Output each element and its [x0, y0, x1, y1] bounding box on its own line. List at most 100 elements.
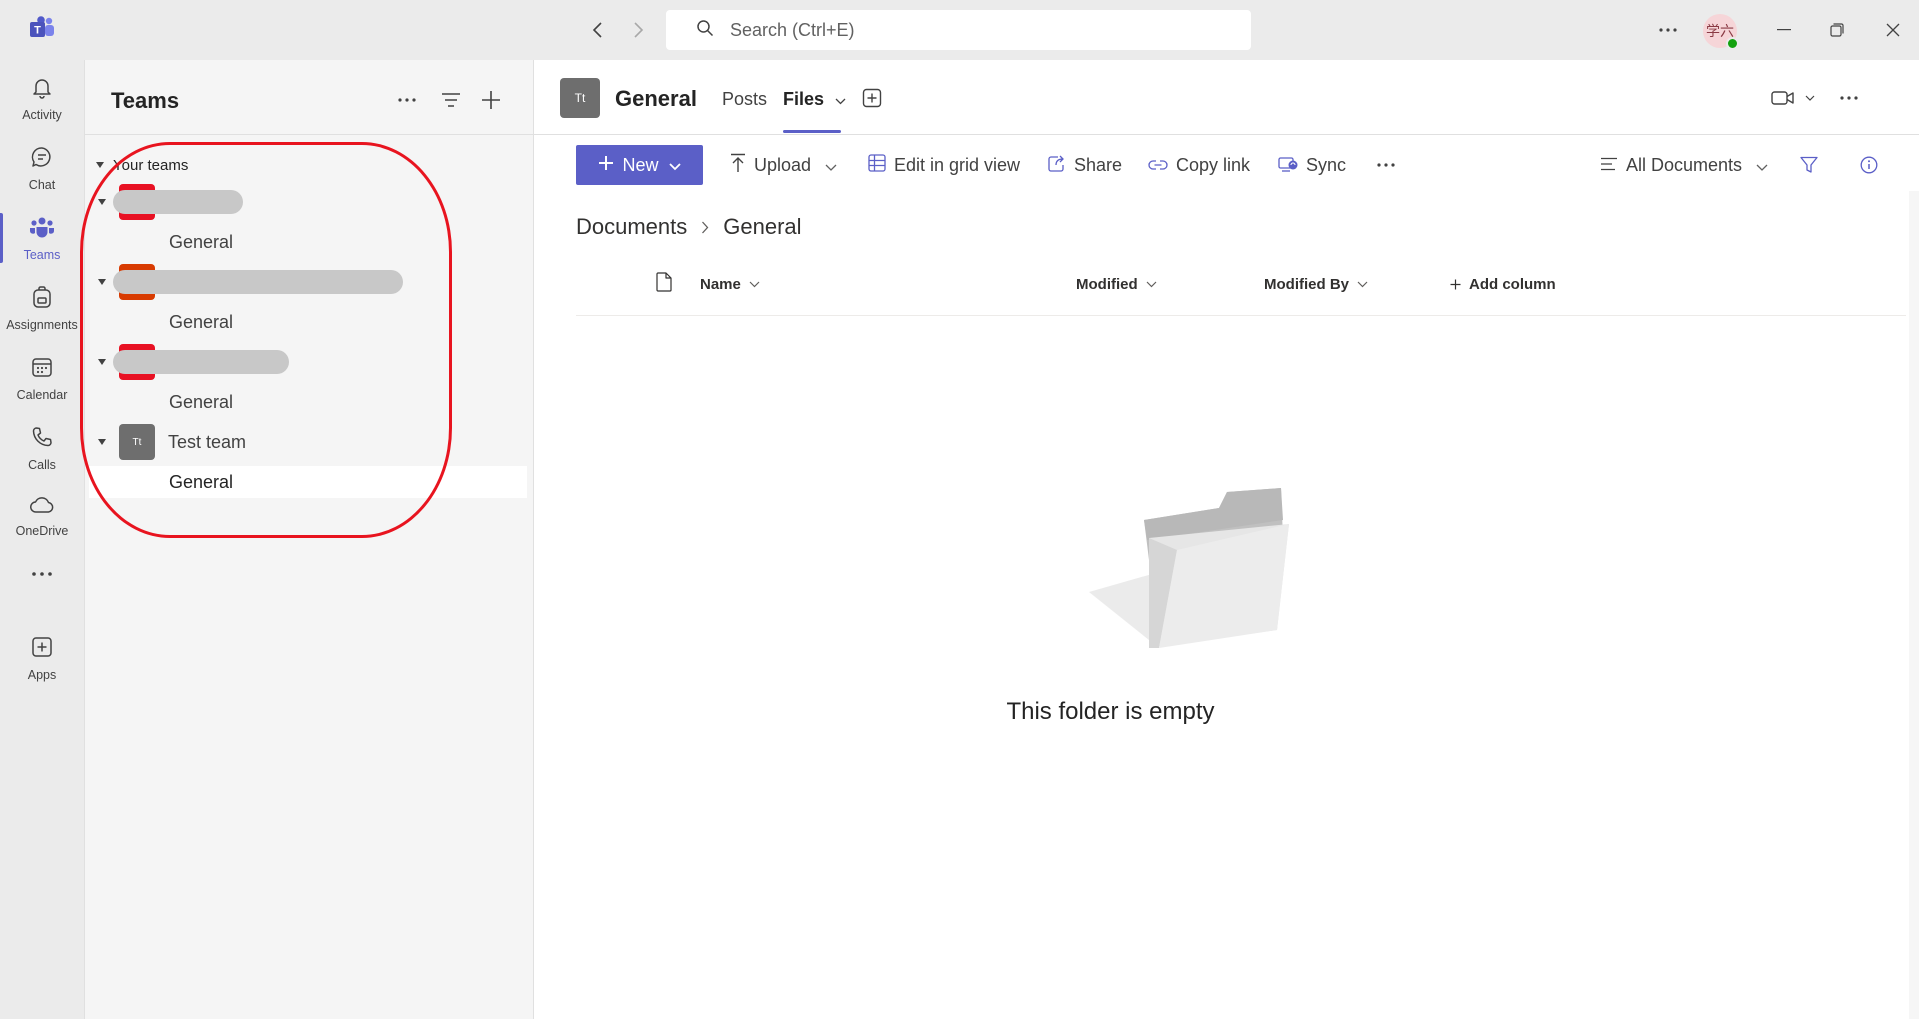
chevron-down-icon	[825, 155, 837, 176]
phone-icon	[30, 425, 54, 454]
app-onedrive[interactable]: OneDrive	[0, 483, 84, 549]
app-label: OneDrive	[15, 523, 69, 538]
your-teams-section[interactable]: Your teams	[95, 156, 188, 174]
minimize-icon[interactable]	[1762, 10, 1806, 50]
list-column-header: Name Modified Modified By Add column	[576, 256, 1906, 316]
app-activity[interactable]: Activity	[0, 65, 84, 131]
plus-icon	[1450, 279, 1461, 290]
redacted-team-name	[113, 190, 243, 214]
upload-label: Upload	[754, 154, 812, 175]
avatar[interactable]: 学六	[1703, 14, 1739, 50]
column-modified-by-label: Modified By	[1264, 276, 1349, 293]
app-label: Calls	[28, 457, 56, 472]
add-tab-icon[interactable]	[860, 86, 884, 110]
column-modified[interactable]: Modified	[1076, 276, 1157, 293]
view-lines-icon	[1600, 155, 1618, 176]
channel-header: Tt General Posts Files	[534, 60, 1919, 135]
add-column-label: Add column	[1469, 276, 1556, 293]
column-name-label: Name	[700, 276, 741, 293]
scrollbar[interactable]	[1909, 191, 1919, 1019]
bell-icon	[30, 75, 54, 104]
caret-down-icon	[95, 438, 109, 446]
search-input[interactable]: Search (Ctrl+E)	[666, 10, 1251, 50]
chat-icon	[30, 145, 54, 174]
filter-lines-icon[interactable]	[433, 82, 469, 118]
channel-team-avatar: Tt	[560, 78, 600, 118]
share-label: Share	[1074, 154, 1123, 175]
chevron-down-icon	[1756, 155, 1768, 176]
app-calendar[interactable]: Calendar	[0, 345, 84, 411]
restore-icon[interactable]	[1815, 10, 1859, 50]
file-type-icon[interactable]	[656, 272, 672, 292]
empty-folder-illustration	[1089, 480, 1309, 665]
info-icon[interactable]	[1860, 149, 1878, 181]
svg-text:T: T	[34, 25, 41, 37]
view-selector[interactable]: All Documents	[1600, 149, 1768, 181]
channel-title: General	[615, 86, 697, 111]
view-label: All Documents	[1626, 154, 1743, 175]
redacted-team-name	[113, 270, 403, 294]
more-options-icon[interactable]	[389, 82, 425, 118]
team-item-test-team[interactable]: Tt Test team	[95, 424, 515, 460]
title-bar: T Search (Ctrl+E) 学六	[0, 0, 1919, 60]
meet-video-icon[interactable]	[1766, 84, 1820, 112]
channel-general[interactable]: General	[89, 226, 527, 258]
caret-down-icon	[95, 198, 109, 206]
new-label: New	[622, 154, 659, 175]
more-apps-icon[interactable]	[0, 550, 84, 598]
team-name: Test team	[168, 431, 247, 452]
close-icon[interactable]	[1871, 10, 1915, 50]
channel-general[interactable]: General	[89, 386, 527, 418]
caret-down-icon	[95, 278, 109, 286]
column-modified-label: Modified	[1076, 276, 1138, 293]
chevron-down-icon	[668, 155, 681, 176]
channel-general-selected[interactable]: General	[89, 466, 527, 498]
caret-down-icon	[95, 358, 109, 366]
breadcrumb-general[interactable]: General	[723, 214, 801, 240]
share-button[interactable]: Share	[1048, 149, 1122, 181]
chevron-down-icon	[749, 281, 760, 288]
sync-icon	[1278, 153, 1298, 178]
toolbar-more-icon[interactable]	[1377, 149, 1395, 181]
settings-more-icon[interactable]	[1651, 14, 1685, 46]
copy-link-label: Copy link	[1176, 154, 1251, 175]
plus-icon	[598, 155, 614, 176]
app-teams[interactable]: Teams	[0, 205, 84, 271]
app-assignments[interactable]: Assignments	[0, 275, 84, 341]
active-tab-indicator	[783, 130, 841, 133]
column-name[interactable]: Name	[700, 276, 760, 293]
back-icon[interactable]	[582, 14, 614, 46]
breadcrumb-documents[interactable]: Documents	[576, 214, 687, 240]
add-column-button[interactable]: Add column	[1450, 276, 1556, 293]
section-label: Your teams	[113, 156, 189, 174]
forward-icon[interactable]	[622, 14, 654, 46]
divider	[85, 134, 533, 135]
upload-button[interactable]: Upload	[730, 149, 837, 181]
app-chat[interactable]: Chat	[0, 135, 84, 201]
edit-grid-label: Edit in grid view	[894, 154, 1021, 175]
channel-general[interactable]: General	[89, 306, 527, 338]
new-button[interactable]: New	[576, 145, 703, 185]
command-bar: New Upload Edit in grid view Share Copy …	[534, 135, 1919, 191]
edit-grid-view-button[interactable]: Edit in grid view	[868, 149, 1020, 181]
search-icon	[696, 19, 714, 42]
add-team-icon[interactable]	[473, 82, 509, 118]
filter-icon[interactable]	[1800, 149, 1818, 181]
app-label: Teams	[23, 247, 61, 262]
grid-icon	[868, 153, 886, 177]
share-icon	[1048, 154, 1066, 177]
app-apps[interactable]: Apps	[0, 625, 84, 691]
tab-posts[interactable]: Posts	[722, 89, 767, 110]
sync-button[interactable]: Sync	[1278, 149, 1346, 181]
copy-link-button[interactable]: Copy link	[1148, 149, 1250, 181]
app-label: Activity	[22, 107, 62, 122]
main-content: Tt General Posts Files New Upload Edit i…	[534, 60, 1919, 1019]
header-more-icon[interactable]	[1832, 86, 1866, 110]
column-modified-by[interactable]: Modified By	[1264, 276, 1368, 293]
sync-label: Sync	[1306, 154, 1347, 175]
calendar-icon	[30, 355, 54, 384]
tab-files[interactable]: Files	[783, 89, 846, 110]
add-app-icon	[30, 635, 54, 664]
app-calls[interactable]: Calls	[0, 415, 84, 481]
teams-panel: Teams Your teams General General General…	[84, 60, 534, 1019]
